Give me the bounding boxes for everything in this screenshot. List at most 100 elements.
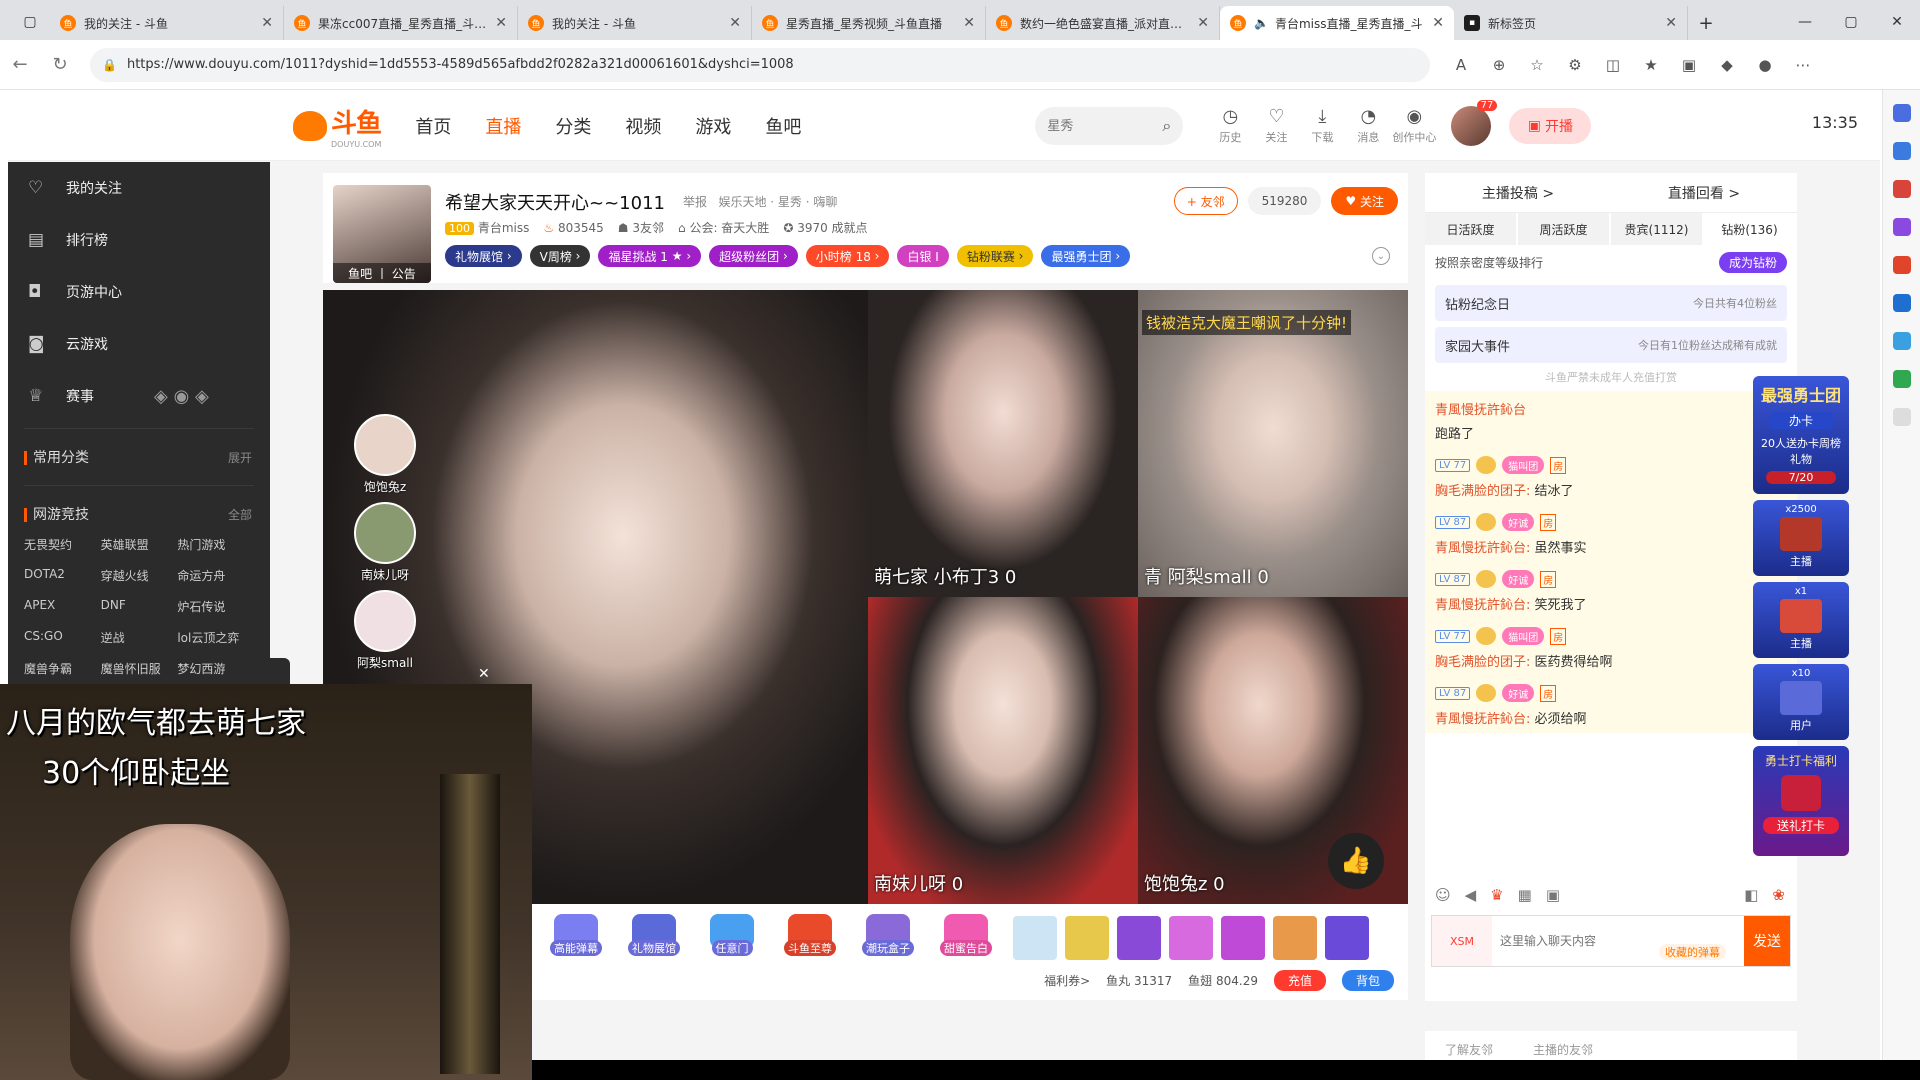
feature-gift-hall[interactable]: 礼物展馆 xyxy=(621,914,687,956)
split-screen-icon[interactable]: ◫ xyxy=(1594,56,1632,74)
gift-item[interactable] xyxy=(1065,916,1109,960)
feature-toy-box[interactable]: 潮玩盒子 xyxy=(855,914,921,956)
report-link[interactable]: 举报 xyxy=(683,195,707,209)
sidebar-item-events[interactable]: ♕ 赛事 ◈ ◉ ◈ xyxy=(8,370,270,422)
game-link[interactable]: CS:GO xyxy=(24,629,101,646)
nav-game[interactable]: 游戏 xyxy=(695,113,731,139)
fan-badge[interactable]: XSM xyxy=(1432,916,1492,966)
close-tab-icon[interactable]: ✕ xyxy=(1432,15,1444,31)
extension-icon[interactable]: ◆ xyxy=(1708,56,1746,74)
shopping-icon[interactable] xyxy=(1892,142,1911,160)
follow-button[interactable]: ♥ 关注 xyxy=(1331,187,1398,215)
douyu-logo[interactable]: 斗鱼 DOUYU.COM xyxy=(293,103,382,149)
nav-live[interactable]: 直播 xyxy=(485,113,521,139)
download-button[interactable]: ⤓ 下载 xyxy=(1299,106,1345,145)
outlook-icon[interactable] xyxy=(1892,294,1911,312)
badge-hourly-rank[interactable]: 小时榜 18 › xyxy=(805,245,890,267)
saved-barrage-button[interactable]: 收藏的弹幕 xyxy=(1659,944,1726,960)
crown-icon[interactable]: ♛ xyxy=(1490,886,1503,904)
guild-name[interactable]: 公会: 奋天大胜 xyxy=(689,221,769,235)
badge-diamond-league[interactable]: 钻粉联赛 › xyxy=(956,245,1034,267)
gift-item[interactable] xyxy=(1169,916,1213,960)
feature-supreme[interactable]: 斗鱼至尊 xyxy=(777,914,843,956)
history-button[interactable]: ◷ 历史 xyxy=(1207,106,1253,145)
close-tab-icon[interactable]: ✕ xyxy=(1665,15,1677,31)
game-link[interactable]: DOTA2 xyxy=(24,567,101,584)
search-input[interactable] xyxy=(1047,118,1148,133)
learn-friends-link[interactable]: 了解友邻 xyxy=(1445,1041,1493,1057)
gift-item[interactable] xyxy=(1221,916,1265,960)
checkin-card[interactable]: 勇士打卡福利 送礼打卡 xyxy=(1753,746,1849,856)
card-button[interactable]: 办卡 xyxy=(1769,412,1833,429)
games-icon[interactable] xyxy=(1892,218,1911,236)
be-diamond-fan-button[interactable]: 成为钻粉 xyxy=(1718,251,1787,273)
feature-confession[interactable]: 甜蜜告白 xyxy=(933,914,999,956)
close-tab-icon[interactable]: ✕ xyxy=(495,15,507,31)
browser-tab[interactable]: 鱼我的关注 - 斗鱼 ✕ xyxy=(518,6,752,40)
read-aloud-icon[interactable]: A xyxy=(1442,56,1480,74)
game-link[interactable]: 穿越火线 xyxy=(101,567,178,584)
anchor-avatar[interactable]: 鱼吧 丨 公告 xyxy=(333,185,431,283)
gift-item[interactable] xyxy=(1117,916,1161,960)
event-logo-icon[interactable]: ◈ ◉ ◈ xyxy=(154,386,209,407)
game-link[interactable]: 魔兽怀旧服 xyxy=(101,660,178,677)
guest-avatar[interactable]: 阿梨small xyxy=(353,590,417,671)
tab-actions-icon[interactable]: ▢ xyxy=(10,4,50,40)
close-tab-icon[interactable]: ✕ xyxy=(729,15,741,31)
sidebar-item-ranking[interactable]: ▤ 排行榜 xyxy=(8,214,270,266)
close-tab-icon[interactable]: ✕ xyxy=(261,15,273,31)
game-link[interactable]: 炉石传说 xyxy=(177,598,254,615)
promo-card[interactable]: 最强勇士团 办卡 20人送办卡周榜礼物 7/20 xyxy=(1753,376,1849,494)
expand-button[interactable]: 展开 xyxy=(228,449,252,466)
emoji-icon[interactable]: ☺ xyxy=(1435,886,1451,904)
achievement-points[interactable]: 3970 成就点 xyxy=(797,221,867,235)
chevron-down-icon[interactable]: ⌄ xyxy=(1372,247,1390,265)
welfare-link[interactable]: 福利券> xyxy=(1044,972,1090,989)
browser-tab[interactable]: 鱼星秀直播_星秀视频_斗鱼直播 ✕ xyxy=(752,6,986,40)
refresh-icon[interactable]: ↻ xyxy=(40,54,80,75)
charge-button[interactable]: 充值 xyxy=(1273,970,1326,991)
gift-item[interactable] xyxy=(1273,916,1317,960)
gift-item[interactable] xyxy=(1325,916,1369,960)
breadcrumb[interactable]: 娱乐天地 · 星秀 · 嗨聊 xyxy=(718,195,837,209)
badge-warrior-team[interactable]: 最强勇士团 › xyxy=(1041,245,1131,267)
guest-avatar[interactable]: 饱饱兔z xyxy=(353,414,417,495)
tab-daily[interactable]: 日活跃度 xyxy=(1425,213,1516,245)
game-link[interactable]: 命运方舟 xyxy=(177,567,254,584)
sidebar-item-follow[interactable]: ♡ 我的关注 xyxy=(8,162,270,214)
close-tab-icon[interactable]: ✕ xyxy=(1197,15,1209,31)
browser-tab[interactable]: 鱼我的关注 - 斗鱼 ✕ xyxy=(50,6,284,40)
sidebar-item-game-center[interactable]: ◘ 页游中心 xyxy=(8,266,270,318)
more-menu-icon[interactable]: ⋯ xyxy=(1784,56,1822,74)
promo-tier[interactable]: x1 主播 xyxy=(1753,582,1849,658)
new-tab-button[interactable]: + xyxy=(1688,6,1724,40)
pip-video[interactable]: 八月的欧气都去萌七家 30个仰卧起坐 xyxy=(0,684,532,1080)
browser-tab[interactable]: 鱼果冻cc007直播_星秀直播_斗鱼直播✕ xyxy=(284,6,518,40)
message-button[interactable]: ◔ 消息 xyxy=(1345,106,1391,145)
browser-tab-active[interactable]: 鱼 🔈 青台miss直播_星秀直播_斗 ✕ xyxy=(1220,6,1454,40)
gift-item[interactable] xyxy=(1013,916,1057,960)
nav-category[interactable]: 分类 xyxy=(555,113,591,139)
all-button[interactable]: 全部 xyxy=(228,506,252,523)
tab-diamond-fans[interactable]: 钻粉(136) xyxy=(1704,213,1795,245)
barrage-style-icon[interactable]: ▦ xyxy=(1518,886,1532,904)
game-link[interactable]: 逆战 xyxy=(101,629,178,646)
feature-barrage[interactable]: 高能弹幕 xyxy=(543,914,609,956)
nav-home[interactable]: 首页 xyxy=(415,113,451,139)
badge-super-fans[interactable]: 超级粉丝团 › xyxy=(709,245,798,267)
creator-center-button[interactable]: ◉ 创作中心 xyxy=(1391,106,1437,145)
speaker-icon[interactable]: 🔈 xyxy=(1254,16,1269,30)
game-link[interactable]: lol云顶之弈 xyxy=(177,629,254,646)
game-link[interactable]: 魔兽争霸 xyxy=(24,660,101,677)
add-friend-button[interactable]: + 友邻 xyxy=(1173,187,1238,215)
nav-yuba[interactable]: 鱼吧 xyxy=(765,113,801,139)
badge-v-weekly[interactable]: V周榜 › xyxy=(529,245,591,267)
tree-icon[interactable] xyxy=(1892,370,1911,388)
game-link[interactable]: 无畏契约 xyxy=(24,536,101,553)
screenshot-icon[interactable]: ▣ xyxy=(1546,886,1560,904)
friends-count[interactable]: 3友邻 xyxy=(632,221,664,235)
checkin-button[interactable]: 送礼打卡 xyxy=(1763,817,1839,834)
extensions-icon[interactable]: ⚙ xyxy=(1556,56,1594,74)
search-icon[interactable] xyxy=(1892,104,1911,122)
tools-icon[interactable] xyxy=(1892,180,1911,198)
